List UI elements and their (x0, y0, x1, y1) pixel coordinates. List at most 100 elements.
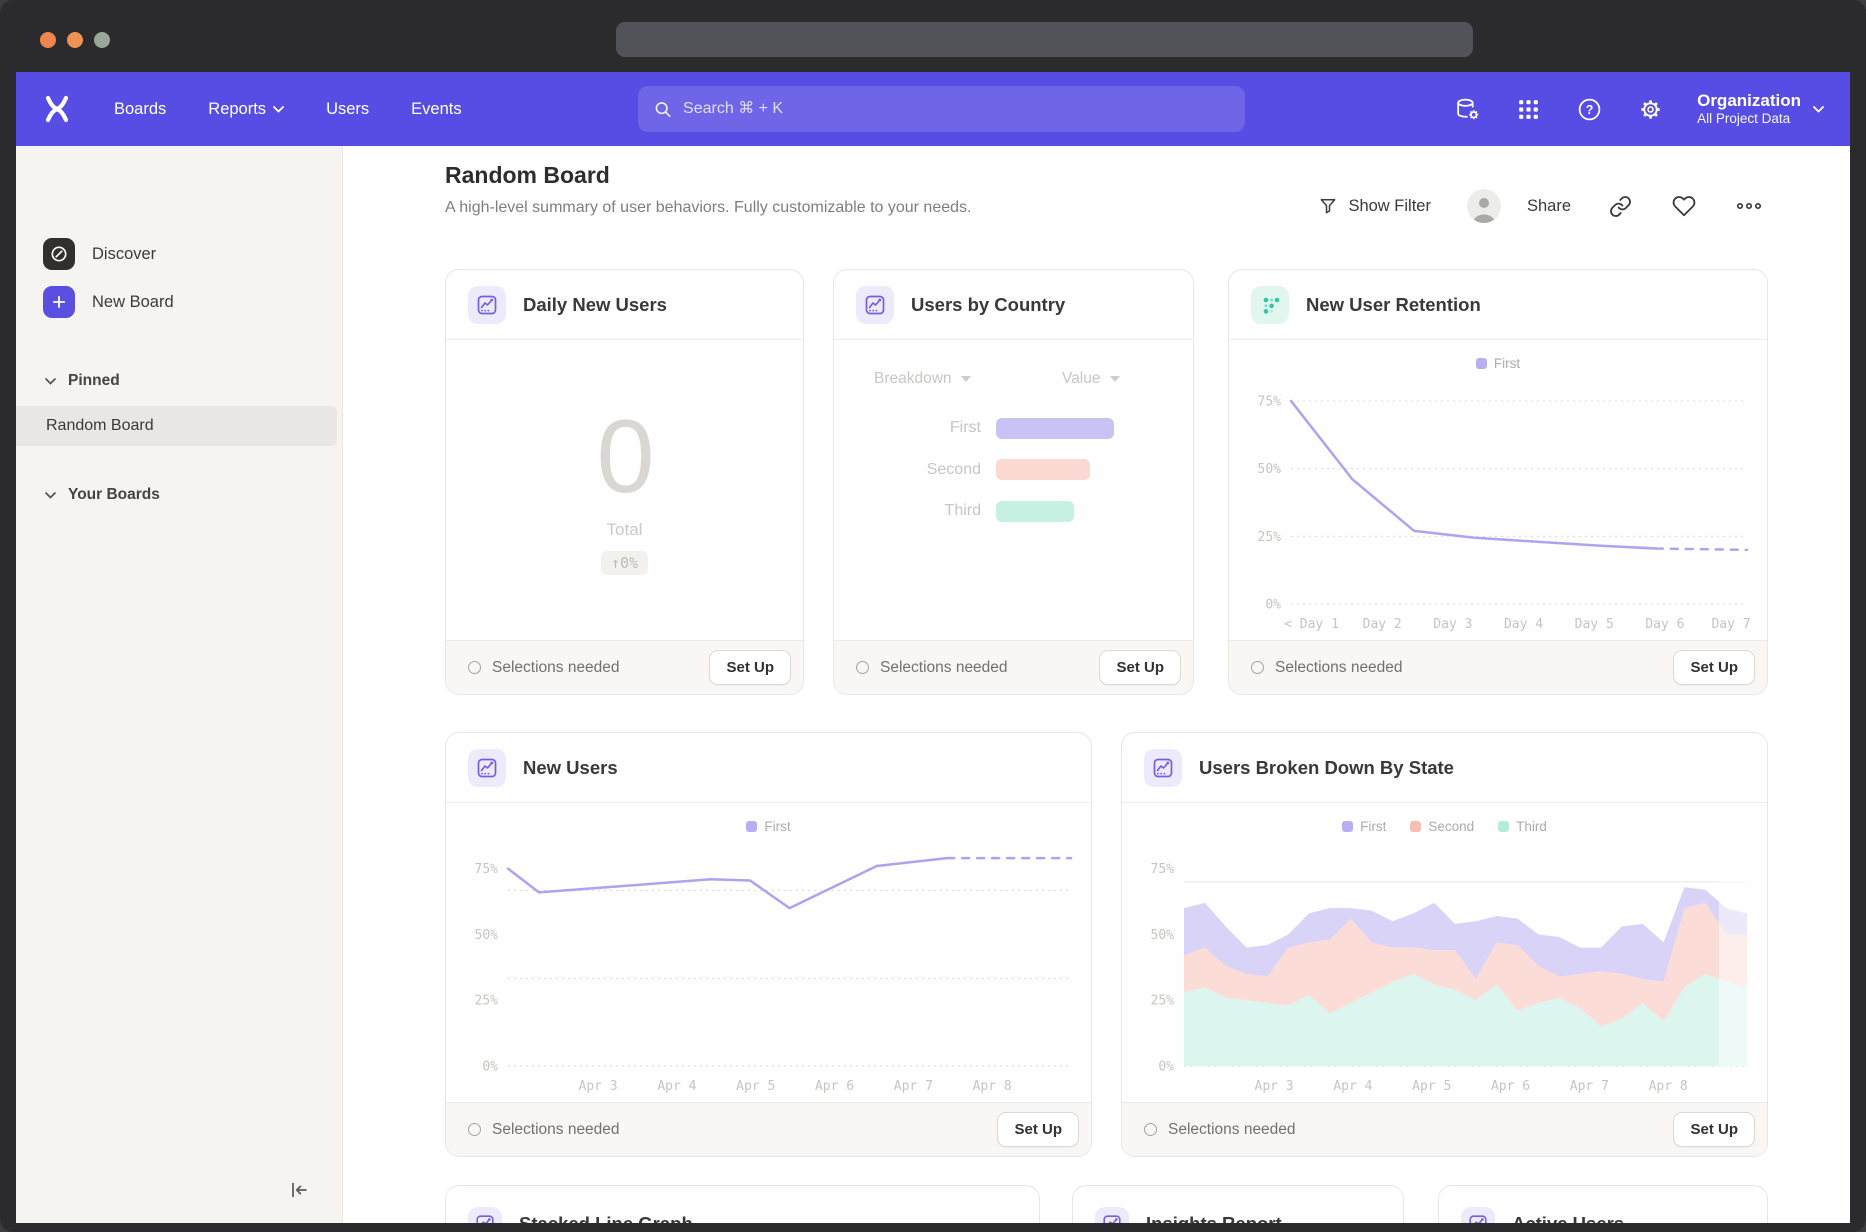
svg-text:50%: 50% (475, 928, 499, 943)
chart-legend: First (1229, 340, 1767, 374)
svg-text:Day 3: Day 3 (1433, 617, 1472, 632)
nav-item-events[interactable]: Events (411, 100, 461, 119)
svg-text:Apr 3: Apr 3 (1255, 1079, 1294, 1094)
card-title: Stacked Line Graph (519, 1213, 693, 1223)
page-title: Random Board (445, 162, 610, 189)
settings-gear-icon[interactable] (1636, 95, 1664, 123)
insights-chart-icon (856, 286, 894, 324)
page-subtitle: A high-level summary of user behaviors. … (445, 199, 971, 217)
setup-button[interactable]: Set Up (1673, 650, 1755, 685)
nav-item-users[interactable]: Users (326, 100, 369, 119)
breakdown-dropdown[interactable]: Breakdown (874, 370, 971, 388)
card-title: Users Broken Down By State (1199, 757, 1454, 779)
status-text: Selections needed (1144, 1121, 1673, 1139)
country-row-label: Second (834, 461, 996, 479)
svg-text:Apr 4: Apr 4 (1333, 1079, 1372, 1094)
board-main: Random Board A high-level summary of use… (343, 146, 1850, 1223)
card-title: New Users (523, 757, 618, 779)
org-switcher[interactable]: Organization All Project Data (1697, 90, 1824, 128)
nav-item-boards-label: Boards (114, 100, 166, 119)
search-input[interactable] (683, 100, 1229, 118)
svg-text:25%: 25% (1258, 530, 1282, 545)
empty-circle-icon (1251, 661, 1264, 674)
insights-chart-icon (1144, 749, 1182, 787)
svg-text:25%: 25% (475, 994, 499, 1009)
card-title: New User Retention (1306, 294, 1481, 316)
favorite-button[interactable] (1672, 194, 1696, 218)
more-options-button[interactable] (1736, 200, 1762, 212)
card-title: Daily New Users (523, 294, 667, 316)
card-new-users: New Users First 75%50%25%0%Apr 3Apr 4Apr… (445, 732, 1092, 1157)
top-navbar: Boards Reports Users Events (16, 72, 1850, 146)
global-search[interactable] (638, 86, 1245, 132)
sidebar-item-discover[interactable]: Discover (16, 232, 342, 276)
avatar[interactable] (1467, 189, 1501, 223)
share-button[interactable]: Share (1527, 197, 1571, 216)
metric-delta-badge: ↑0% (601, 551, 648, 575)
legend-swatch (1498, 821, 1509, 832)
svg-text:Day 6: Day 6 (1645, 617, 1684, 632)
sidebar-section-pinned[interactable]: Pinned (16, 364, 342, 398)
sidebar-item-new-board[interactable]: New Board (16, 280, 342, 324)
app-root: Boards Reports Users Events (16, 72, 1850, 1223)
metric-body: 0 Total ↑0% (446, 340, 803, 640)
svg-text:Day 7: Day 7 (1711, 617, 1750, 632)
org-scope: All Project Data (1697, 111, 1801, 128)
svg-text:Apr 7: Apr 7 (894, 1079, 933, 1094)
card-stacked-line-graph: Stacked Line Graph (445, 1185, 1040, 1223)
svg-text:Apr 8: Apr 8 (1649, 1079, 1688, 1094)
metric-unit: Total (607, 520, 643, 540)
empty-circle-icon (856, 661, 869, 674)
sidebar: Discover New Board Pinned Random Board Y… (16, 146, 343, 1223)
card-new-user-retention: New User Retention First 75%50%25%0%< Da… (1228, 269, 1768, 695)
card-daily-new-users: Daily New Users 0 Total ↑0% Selections n… (445, 269, 804, 695)
nav-item-reports[interactable]: Reports (208, 100, 284, 119)
chevron-down-icon (1110, 376, 1120, 382)
setup-button[interactable]: Set Up (1673, 1112, 1755, 1147)
nav-item-users-label: Users (326, 100, 369, 119)
sidebar-section-your-boards[interactable]: Your Boards (16, 478, 342, 512)
svg-text:Apr 8: Apr 8 (973, 1079, 1012, 1094)
svg-text:75%: 75% (1151, 862, 1175, 877)
card-header: Active Users (1439, 1186, 1767, 1223)
setup-button[interactable]: Set Up (1099, 650, 1181, 685)
svg-text:?: ? (1585, 103, 1593, 117)
legend-item: Third (1498, 819, 1547, 834)
svg-text:Day 5: Day 5 (1575, 617, 1614, 632)
svg-text:Apr 7: Apr 7 (1570, 1079, 1609, 1094)
help-icon[interactable]: ? (1575, 95, 1603, 123)
card-insights-report: Insights Report (1072, 1185, 1404, 1223)
chevron-down-icon (273, 106, 284, 113)
card-users-by-country: Users by Country Breakdown Value FirstSe… (833, 269, 1194, 695)
apps-grid-icon[interactable] (1514, 95, 1542, 123)
chart-legend: FirstSecondThird (1122, 803, 1767, 837)
compass-icon (43, 238, 75, 270)
sidebar-random-board-label: Random Board (46, 417, 154, 435)
card-footer: Selections needed Set Up (834, 640, 1193, 694)
address-bar[interactable] (616, 22, 1473, 57)
mixpanel-logo[interactable] (42, 94, 72, 124)
nav-item-boards[interactable]: Boards (114, 100, 166, 119)
svg-text:< Day 1: < Day 1 (1284, 617, 1339, 632)
traffic-light-close[interactable] (40, 32, 56, 48)
traffic-light-zoom[interactable] (94, 32, 110, 48)
card-header: Stacked Line Graph (446, 1186, 1039, 1223)
country-row: Third (834, 498, 1193, 524)
svg-text:Apr 6: Apr 6 (1491, 1079, 1530, 1094)
sidebar-collapse-button[interactable] (284, 1177, 314, 1203)
link-icon (1609, 195, 1632, 218)
traffic-light-minimize[interactable] (67, 32, 83, 48)
data-management-icon[interactable] (1453, 95, 1481, 123)
value-dropdown[interactable]: Value (1062, 370, 1120, 388)
country-row-label: First (834, 419, 996, 437)
sidebar-item-random-board[interactable]: Random Board (16, 406, 337, 446)
show-filter-button[interactable]: Show Filter (1318, 196, 1431, 216)
setup-button[interactable]: Set Up (997, 1112, 1079, 1147)
insights-chart-icon (468, 749, 506, 787)
card-title: Insights Report (1146, 1213, 1282, 1223)
nav-item-reports-label: Reports (208, 100, 266, 119)
svg-text:Apr 4: Apr 4 (657, 1079, 696, 1094)
copy-link-button[interactable] (1609, 195, 1632, 218)
setup-button[interactable]: Set Up (709, 650, 791, 685)
search-icon (654, 100, 672, 119)
